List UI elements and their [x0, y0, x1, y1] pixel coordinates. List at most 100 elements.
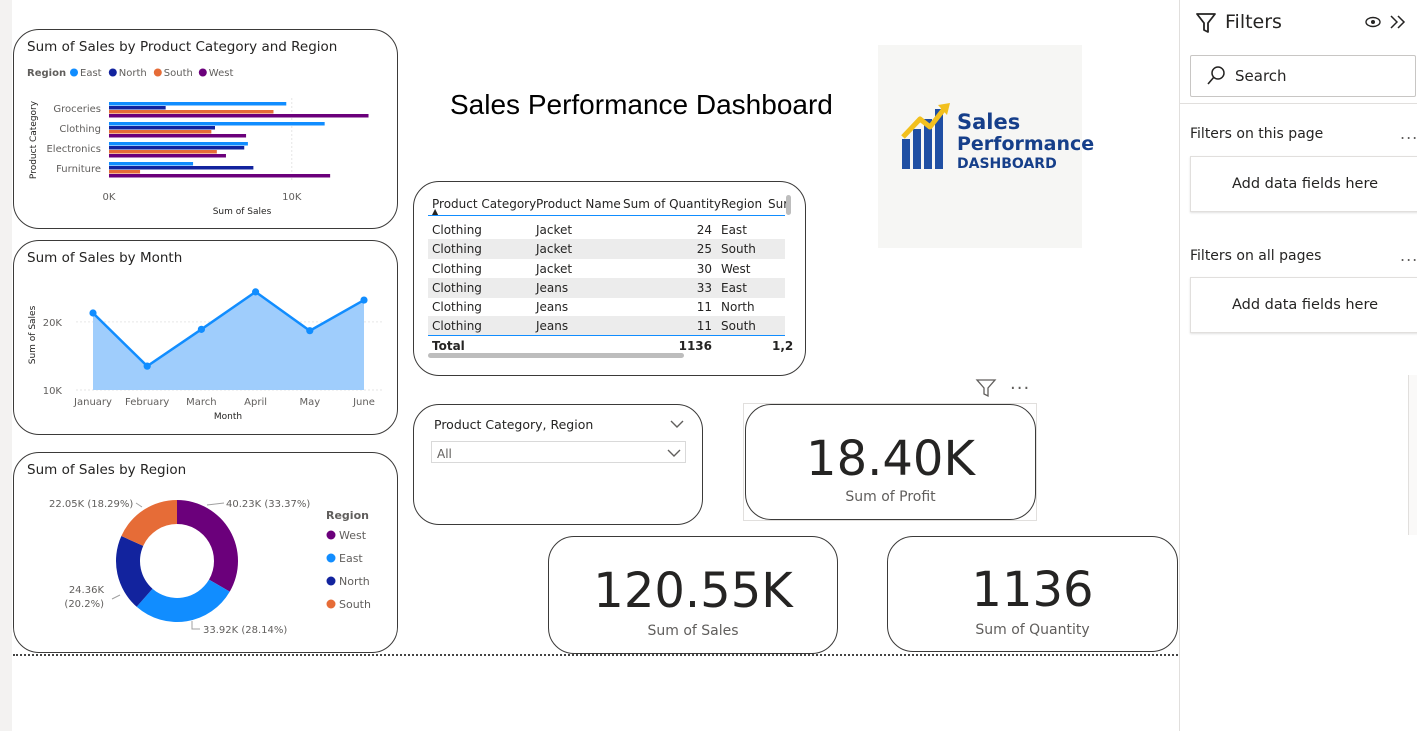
bar-chart-card[interactable]: Sum of Sales by Product Category and Reg… [13, 29, 398, 229]
cell-quantity: 24 [696, 223, 712, 237]
cell-name: Jacket [536, 261, 573, 276]
line-point [89, 309, 97, 317]
bar-chart[interactable]: Region East North South West Groceries Clothin… [14, 30, 398, 229]
chevron-down-icon [667, 449, 681, 457]
cell-category: Clothing [432, 223, 482, 237]
donut-legend-label: West [339, 529, 367, 542]
donut-slice [136, 579, 230, 622]
slicer-dropdown[interactable]: All [431, 441, 686, 463]
donut-legend-label: South [339, 598, 371, 611]
sort-ascending-icon: ▲ [432, 207, 439, 216]
donut-chart-card[interactable]: Sum of Sales by Region 40.23K (33.37%) 33… [13, 452, 398, 653]
bar-legend-label: North [119, 68, 147, 79]
filters-all-pages-heading: Filters on all pages [1190, 248, 1322, 264]
bar-mark [109, 114, 369, 118]
donut-chart[interactable]: 40.23K (33.37%) 33.92K (28.14%) 24.36K (20.… [14, 453, 398, 653]
eye-icon[interactable] [1364, 15, 1382, 29]
table-header: Product Category Product Name Sum of Qua… [428, 194, 788, 216]
table-vertical-scrollbar[interactable] [786, 195, 791, 215]
table-row[interactable]: Clothing Jacket 30 West [428, 259, 785, 279]
page-filters-more-icon[interactable]: ... [1400, 124, 1417, 143]
line-chart[interactable]: January February March April May June 20K 10K Mo… [14, 241, 398, 435]
quantity-kpi-value: 1136 [971, 562, 1094, 618]
line-point [360, 296, 368, 304]
collapse-pane-icon[interactable] [1388, 14, 1408, 30]
filters-pane-title: Filters [1225, 11, 1282, 33]
canvas-left-gutter [0, 0, 12, 731]
donut-data-label: 33.92K (28.14%) [203, 625, 287, 636]
logo-line-1: Sales [957, 110, 1021, 134]
area-fill [93, 291, 364, 390]
line-x-tick: February [125, 397, 169, 408]
slicer-collapse-chevron-icon[interactable] [670, 419, 684, 429]
table-row[interactable]: Clothing Jeans 11 North [428, 297, 785, 317]
bar-x-axis-label: Sum of Sales [213, 207, 272, 217]
slicer-card[interactable]: Product Category, Region All [413, 404, 703, 525]
line-x-tick: March [186, 397, 216, 408]
logo-line-3: DASHBOARD [957, 156, 1057, 172]
line-x-axis-label: Month [214, 412, 242, 422]
bar-mark [109, 122, 325, 126]
col-header-quantity[interactable]: Sum of Quantity [623, 197, 721, 211]
filter-icon[interactable] [975, 378, 997, 398]
sales-kpi-card[interactable]: 120.55K Sum of Sales [548, 536, 838, 654]
table-horizontal-scrollbar[interactable] [428, 353, 684, 358]
cell-region: South [721, 319, 756, 333]
bar-mark [109, 134, 247, 138]
cell-name: Jeans [536, 319, 569, 333]
bar-legend-marker [198, 68, 207, 77]
filters-on-page-heading: Filters on this page [1190, 126, 1324, 142]
quantity-kpi-card[interactable]: 1136 Sum of Quantity [887, 536, 1178, 652]
cell-quantity: 25 [696, 242, 712, 256]
filters-pane: Filters Search Filters on this page ... … [1179, 0, 1417, 731]
line-point [306, 327, 314, 335]
col-header-region[interactable]: Region [721, 197, 762, 211]
col-header-name[interactable]: Product Name [536, 197, 621, 211]
cell-category: Clothing [432, 261, 482, 276]
cell-category: Clothing [432, 300, 482, 314]
profit-kpi-card[interactable]: 18.40K Sum of Profit [745, 404, 1036, 520]
bar-legend-title: Region [27, 68, 66, 79]
total-label: Total [432, 339, 465, 353]
filter-icon [1196, 13, 1216, 33]
table-row[interactable]: Clothing Jeans 11 South [428, 316, 785, 336]
bar-mark [109, 110, 274, 114]
table-row[interactable]: Clothing Jeans 33 East [428, 278, 785, 298]
table-row[interactable]: Clothing Jacket 25 South [428, 239, 785, 259]
bar-mark [109, 126, 215, 130]
line-chart-card[interactable]: Sum of Sales by Month January February Mar… [13, 240, 398, 435]
page-filters-drop-zone[interactable]: Add data fields here [1190, 156, 1417, 212]
bar-mark [109, 174, 331, 178]
filters-search-placeholder: Search [1235, 67, 1287, 85]
bar-mark [109, 162, 194, 166]
donut-legend-marker [326, 576, 336, 586]
bar-mark [109, 170, 141, 174]
all-filters-drop-zone[interactable]: Add data fields here [1190, 277, 1417, 333]
dashboard-logo: Sales Performance DASHBOARD [878, 45, 1094, 248]
col-header-category[interactable]: Product Category [432, 197, 536, 211]
table-row[interactable]: Clothing Jacket 24 East [428, 220, 785, 240]
bar-x-tick: 10K [282, 192, 302, 203]
more-options-icon[interactable]: ... [1010, 373, 1030, 394]
line-x-tick: January [73, 397, 112, 408]
bar-mark [109, 150, 217, 154]
cell-region: South [721, 242, 756, 256]
donut-legend-marker [326, 553, 336, 563]
donut-slice [177, 500, 238, 592]
filters-search-input[interactable]: Search [1190, 55, 1416, 97]
line-y-tick: 10K [43, 386, 63, 397]
visualizations-pane-edge [1408, 375, 1417, 535]
bar-category-label: Furniture [56, 164, 101, 175]
donut-legend-marker [326, 599, 336, 609]
bar-legend-marker [108, 68, 117, 77]
donut-legend-label: East [339, 552, 363, 565]
bar-category-label: Electronics [46, 144, 101, 155]
line-point [143, 362, 151, 370]
pane-divider [1180, 103, 1417, 104]
cell-name: Jacket [536, 242, 573, 256]
donut-legend-marker [326, 530, 336, 540]
bar-mark [109, 130, 212, 134]
all-filters-more-icon[interactable]: ... [1400, 246, 1417, 265]
slicer-selected-value: All [437, 447, 452, 461]
cell-name: Jeans [536, 281, 569, 295]
